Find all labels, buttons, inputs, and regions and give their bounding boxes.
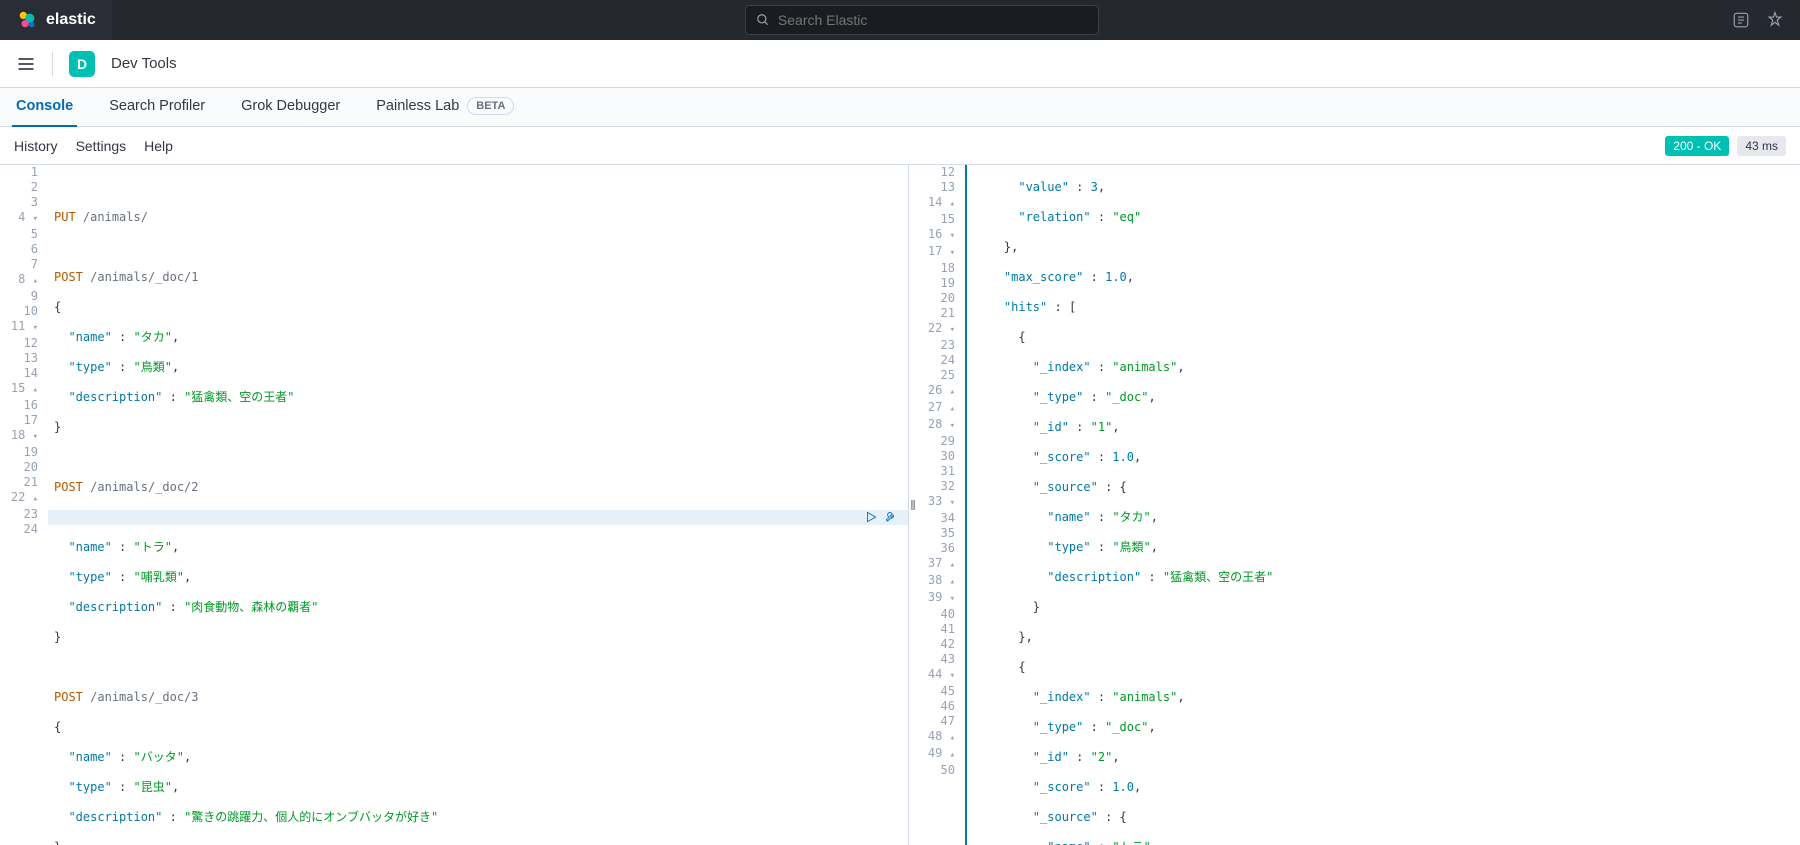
tab-painless-lab[interactable]: Painless Lab BETA <box>372 88 518 127</box>
actions-right: 200 - OK 43 ms <box>1665 136 1786 156</box>
play-icon[interactable] <box>864 510 878 524</box>
tab-label: Painless Lab <box>376 98 459 114</box>
tabs-bar: Console Search Profiler Grok Debugger Pa… <box>0 88 1800 127</box>
settings-link[interactable]: Settings <box>76 138 127 154</box>
beta-badge: BETA <box>467 97 514 115</box>
global-header: elastic <box>0 0 1800 40</box>
response-body[interactable]: "value" : 3, "relation" : "eq" }, "max_s… <box>965 165 1800 845</box>
pane-splitter[interactable]: ‖ <box>909 165 917 845</box>
brand-logo[interactable]: elastic <box>0 0 112 40</box>
request-path: /animals/_doc/3 <box>90 690 198 704</box>
separator <box>52 52 53 76</box>
active-line-highlight <box>48 510 908 525</box>
header-right <box>1732 11 1784 29</box>
line-gutter: 121314 ▴1516 ▾17 ▾1819202122 ▾23242526 ▴… <box>917 165 965 845</box>
app-badge[interactable]: D <box>69 51 95 77</box>
response-pane: 121314 ▴1516 ▾17 ▾1819202122 ▾23242526 ▴… <box>917 165 1800 845</box>
line-actions <box>864 510 898 524</box>
tab-label: Console <box>16 98 73 114</box>
request-path: /animals/_doc/1 <box>90 270 198 284</box>
editor-body[interactable]: PUT /animals/ POST /animals/_doc/1 { "na… <box>48 165 908 845</box>
wrench-icon[interactable] <box>884 510 898 524</box>
tab-search-profiler[interactable]: Search Profiler <box>105 88 209 127</box>
global-search[interactable] <box>745 5 1099 35</box>
console-actions-bar: History Settings Help 200 - OK 43 ms <box>0 127 1800 165</box>
http-method: POST <box>54 270 83 284</box>
request-editor[interactable]: 1234 ▾5678 ▴91011 ▾12131415 ▴161718 ▾192… <box>0 165 908 845</box>
elastic-logo-icon <box>16 9 38 31</box>
request-path: /animals/_doc/2 <box>90 480 198 494</box>
tab-grok-debugger[interactable]: Grok Debugger <box>237 88 344 127</box>
brand-name: elastic <box>46 11 96 29</box>
help-link[interactable]: Help <box>144 138 173 154</box>
timing-badge: 43 ms <box>1737 136 1786 156</box>
support-icon[interactable] <box>1766 11 1784 29</box>
http-method: POST <box>54 480 83 494</box>
http-method: POST <box>54 690 83 704</box>
tab-console[interactable]: Console <box>12 88 77 127</box>
menu-icon[interactable] <box>16 54 36 74</box>
console-panes: 1234 ▾5678 ▴91011 ▾12131415 ▴161718 ▾192… <box>0 165 1800 845</box>
status-badge: 200 - OK <box>1665 136 1729 156</box>
http-method: PUT <box>54 210 76 224</box>
request-path: /animals/ <box>83 210 148 224</box>
history-link[interactable]: History <box>14 138 58 154</box>
search-input[interactable] <box>778 12 1088 28</box>
tab-label: Search Profiler <box>109 98 205 114</box>
app-name: Dev Tools <box>111 55 177 72</box>
response-viewer[interactable]: 121314 ▴1516 ▾17 ▾1819202122 ▾23242526 ▴… <box>917 165 1800 845</box>
search-wrap <box>112 5 1732 35</box>
line-gutter: 1234 ▾5678 ▴91011 ▾12131415 ▴161718 ▾192… <box>0 165 48 845</box>
app-breadcrumb: D Dev Tools <box>0 40 1800 88</box>
request-editor-pane[interactable]: 1234 ▾5678 ▴91011 ▾12131415 ▴161718 ▾192… <box>0 165 909 845</box>
actions-left: History Settings Help <box>14 138 173 154</box>
search-icon <box>756 13 770 27</box>
tab-label: Grok Debugger <box>241 98 340 114</box>
newsfeed-icon[interactable] <box>1732 11 1750 29</box>
